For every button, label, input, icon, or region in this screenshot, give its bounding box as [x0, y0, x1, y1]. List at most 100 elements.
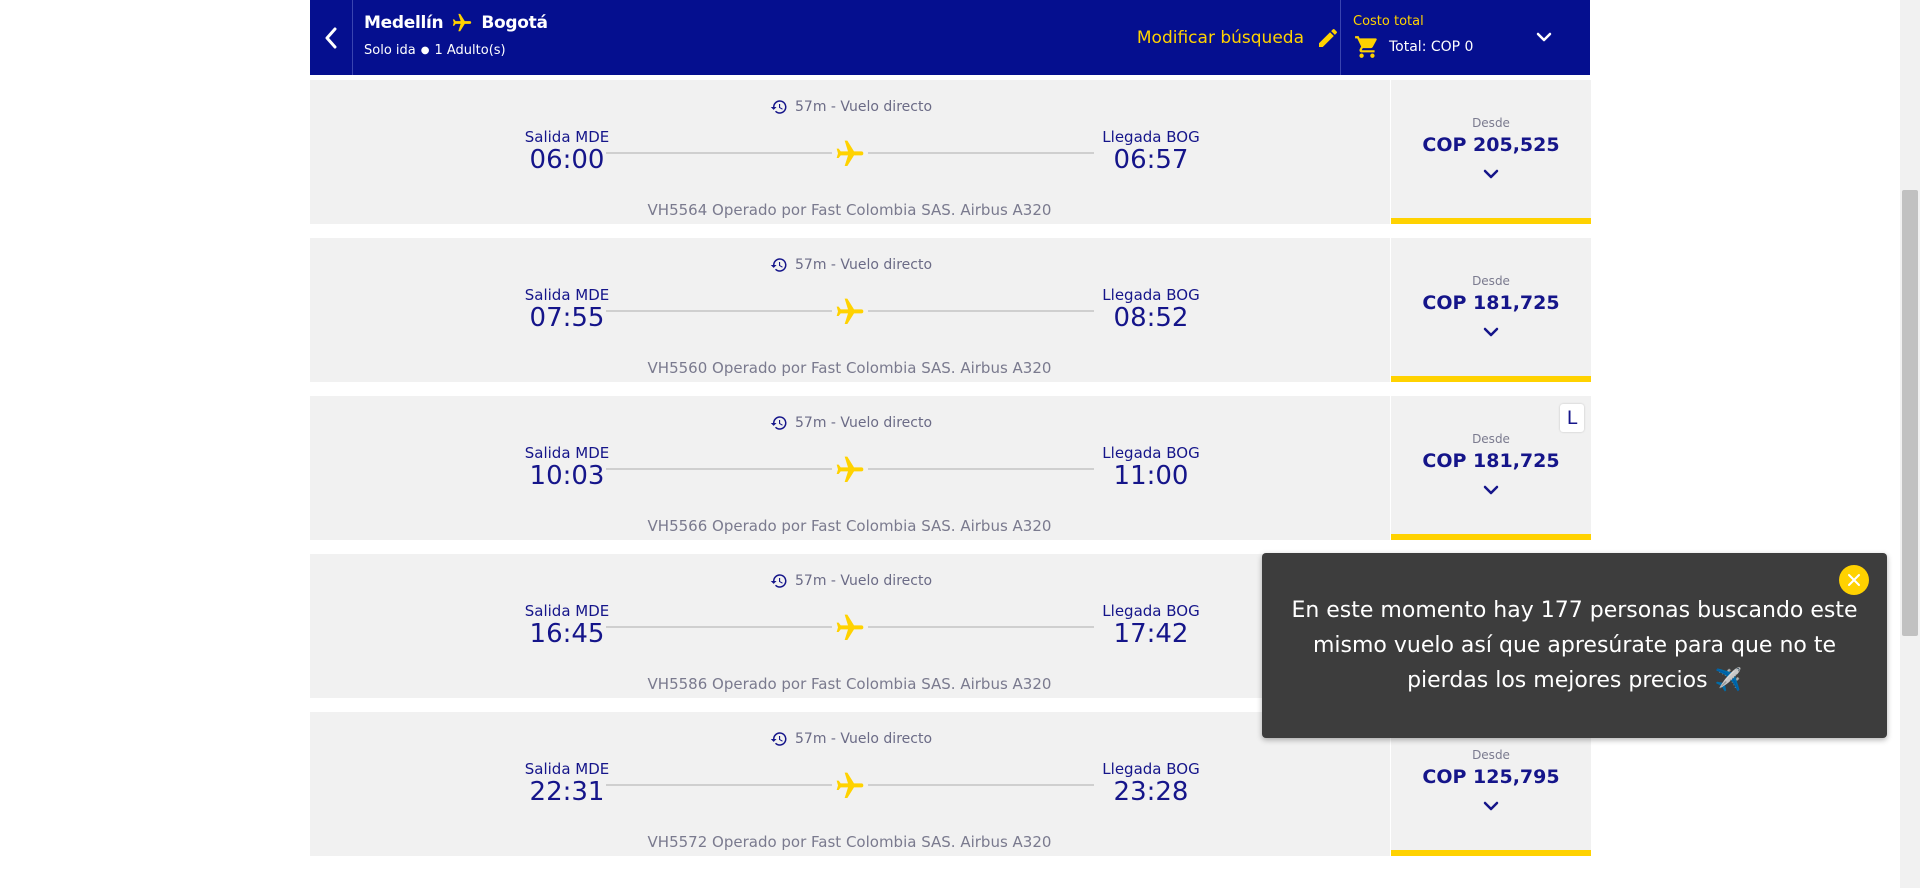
- passengers: 1 Adulto(s): [434, 43, 506, 58]
- departure-label: Salida MDE: [524, 286, 610, 304]
- pencil-icon: [1319, 28, 1338, 47]
- price-accent-bar: [1391, 534, 1591, 540]
- flight-duration: 57m - Vuelo directo: [770, 730, 932, 748]
- arrival-time: 06:57: [1113, 145, 1189, 175]
- chevron-down-icon: [1483, 801, 1499, 811]
- duration-text: 57m - Vuelo directo: [795, 257, 933, 273]
- departure-time: 16:45: [529, 619, 605, 649]
- price-amount: COP 181,725: [1422, 450, 1560, 472]
- route-summary: Medellín Bogotá Solo ida ● 1 Adulto(s): [364, 12, 548, 58]
- duration-text: 57m - Vuelo directo: [795, 99, 933, 115]
- departure: Salida MDE 16:45: [512, 602, 622, 648]
- chevron-down-icon[interactable]: [1535, 28, 1553, 46]
- airplane-icon: [832, 298, 868, 326]
- price-from-label: Desde: [1472, 748, 1510, 762]
- operator-info: VH5572 Operado por Fast Colombia SAS. Ai…: [647, 833, 1052, 851]
- flight-row: 57m - Vuelo directo Salida MDE 06:00 Lle…: [310, 80, 1591, 224]
- close-button[interactable]: [1839, 565, 1869, 595]
- operator-info: VH5560 Operado por Fast Colombia SAS. Ai…: [647, 359, 1052, 377]
- cart-summary[interactable]: Costo total Total: COP 0: [1340, 0, 1591, 75]
- price-selector[interactable]: Desde COP 181,725: [1390, 238, 1591, 382]
- flight-details[interactable]: 57m - Vuelo directo Salida MDE 16:45 Lle…: [310, 554, 1389, 698]
- scrollbar-thumb[interactable]: [1902, 190, 1918, 636]
- price-selector[interactable]: Desde COP 205,525: [1390, 80, 1591, 224]
- price-amount: COP 125,795: [1422, 766, 1560, 788]
- operator-info: VH5564 Operado por Fast Colombia SAS. Ai…: [647, 201, 1052, 219]
- cart-label: Costo total: [1353, 14, 1424, 29]
- departure-label: Salida MDE: [524, 760, 610, 778]
- arrival-time: 17:42: [1113, 619, 1189, 649]
- flight-details[interactable]: 57m - Vuelo directo Salida MDE 07:55 Lle…: [310, 238, 1389, 382]
- departure-time: 07:55: [529, 303, 605, 333]
- departure: Salida MDE 06:00: [512, 128, 622, 174]
- cart-total: Total: COP 0: [1389, 39, 1474, 55]
- airplane-icon: [453, 13, 472, 32]
- arrival: Llegada BOG 17:42: [1096, 602, 1206, 648]
- arrival: Llegada BOG 23:28: [1096, 760, 1206, 806]
- chevron-down-icon: [1483, 169, 1499, 179]
- flight-row: 57m - Vuelo directo Salida MDE 10:03 Lle…: [310, 396, 1591, 540]
- price-accent-bar: [1391, 376, 1591, 382]
- price-from-label: Desde: [1472, 274, 1510, 288]
- history-icon: [770, 258, 787, 272]
- history-icon: [770, 416, 787, 430]
- departure-time: 06:00: [529, 145, 605, 175]
- arrival: Llegada BOG 11:00: [1096, 444, 1206, 490]
- flight-details[interactable]: 57m - Vuelo directo Salida MDE 10:03 Lle…: [310, 396, 1389, 540]
- trip-type: Solo ida: [364, 43, 416, 58]
- arrival-label: Llegada BOG: [1102, 444, 1200, 462]
- chevron-down-icon: [1483, 327, 1499, 337]
- toast-message: En este momento hay 177 personas buscand…: [1291, 598, 1858, 693]
- price-accent-bar: [1391, 850, 1591, 856]
- modify-search-label: Modificar búsqueda: [1136, 27, 1304, 48]
- departure-label: Salida MDE: [524, 602, 610, 620]
- airplane-icon: [832, 456, 868, 484]
- airplane-icon: [832, 772, 868, 800]
- operator-info: VH5566 Operado por Fast Colombia SAS. Ai…: [647, 517, 1052, 535]
- departure-time: 22:31: [529, 777, 605, 807]
- flight-duration: 57m - Vuelo directo: [770, 98, 932, 116]
- history-icon: [770, 732, 787, 746]
- price-from-label: Desde: [1472, 116, 1510, 130]
- price-amount: COP 181,725: [1422, 292, 1560, 314]
- chevron-left-icon: [325, 27, 337, 48]
- arrival-label: Llegada BOG: [1102, 760, 1200, 778]
- departure-time: 10:03: [529, 461, 605, 491]
- price-from-label: Desde: [1472, 432, 1510, 446]
- notification-toast: En este momento hay 177 personas buscand…: [1262, 553, 1887, 738]
- history-icon: [770, 100, 787, 114]
- arrival-time: 11:00: [1113, 461, 1189, 491]
- duration-text: 57m - Vuelo directo: [795, 415, 933, 431]
- departure-label: Salida MDE: [524, 444, 610, 462]
- arrival-time: 08:52: [1113, 303, 1189, 333]
- flight-details[interactable]: 57m - Vuelo directo Salida MDE 22:31 Lle…: [310, 712, 1389, 856]
- price-amount: COP 205,525: [1422, 134, 1560, 156]
- flight-duration: 57m - Vuelo directo: [770, 256, 932, 274]
- cart-icon: [1355, 36, 1377, 58]
- flight-duration: 57m - Vuelo directo: [770, 414, 932, 432]
- history-icon: [770, 574, 787, 588]
- departure: Salida MDE 22:31: [512, 760, 622, 806]
- arrival-time: 23:28: [1113, 777, 1189, 807]
- flight-details[interactable]: 57m - Vuelo directo Salida MDE 06:00 Lle…: [310, 80, 1389, 224]
- flight-row: 57m - Vuelo directo Salida MDE 07:55 Lle…: [310, 238, 1591, 382]
- operator-info: VH5586 Operado por Fast Colombia SAS. Ai…: [647, 675, 1052, 693]
- separator-dot: ●: [420, 45, 430, 56]
- close-icon: [1848, 574, 1860, 586]
- duration-text: 57m - Vuelo directo: [795, 731, 933, 747]
- badge[interactable]: L: [1560, 404, 1584, 432]
- chevron-down-icon: [1483, 485, 1499, 495]
- flight-duration: 57m - Vuelo directo: [770, 572, 932, 590]
- duration-text: 57m - Vuelo directo: [795, 573, 933, 589]
- back-button[interactable]: [310, 0, 353, 75]
- arrival: Llegada BOG 08:52: [1096, 286, 1206, 332]
- results-header: Medellín Bogotá Solo ida ● 1 Adulto(s) M…: [310, 0, 1590, 75]
- arrival-label: Llegada BOG: [1102, 602, 1200, 620]
- airplane-icon: [832, 614, 868, 642]
- departure-label: Salida MDE: [524, 128, 610, 146]
- modify-search-button[interactable]: Modificar búsqueda: [1137, 0, 1340, 75]
- departure: Salida MDE 10:03: [512, 444, 622, 490]
- arrival-label: Llegada BOG: [1102, 128, 1200, 146]
- destination-city: Bogotá: [481, 13, 548, 33]
- origin-city: Medellín: [364, 13, 444, 33]
